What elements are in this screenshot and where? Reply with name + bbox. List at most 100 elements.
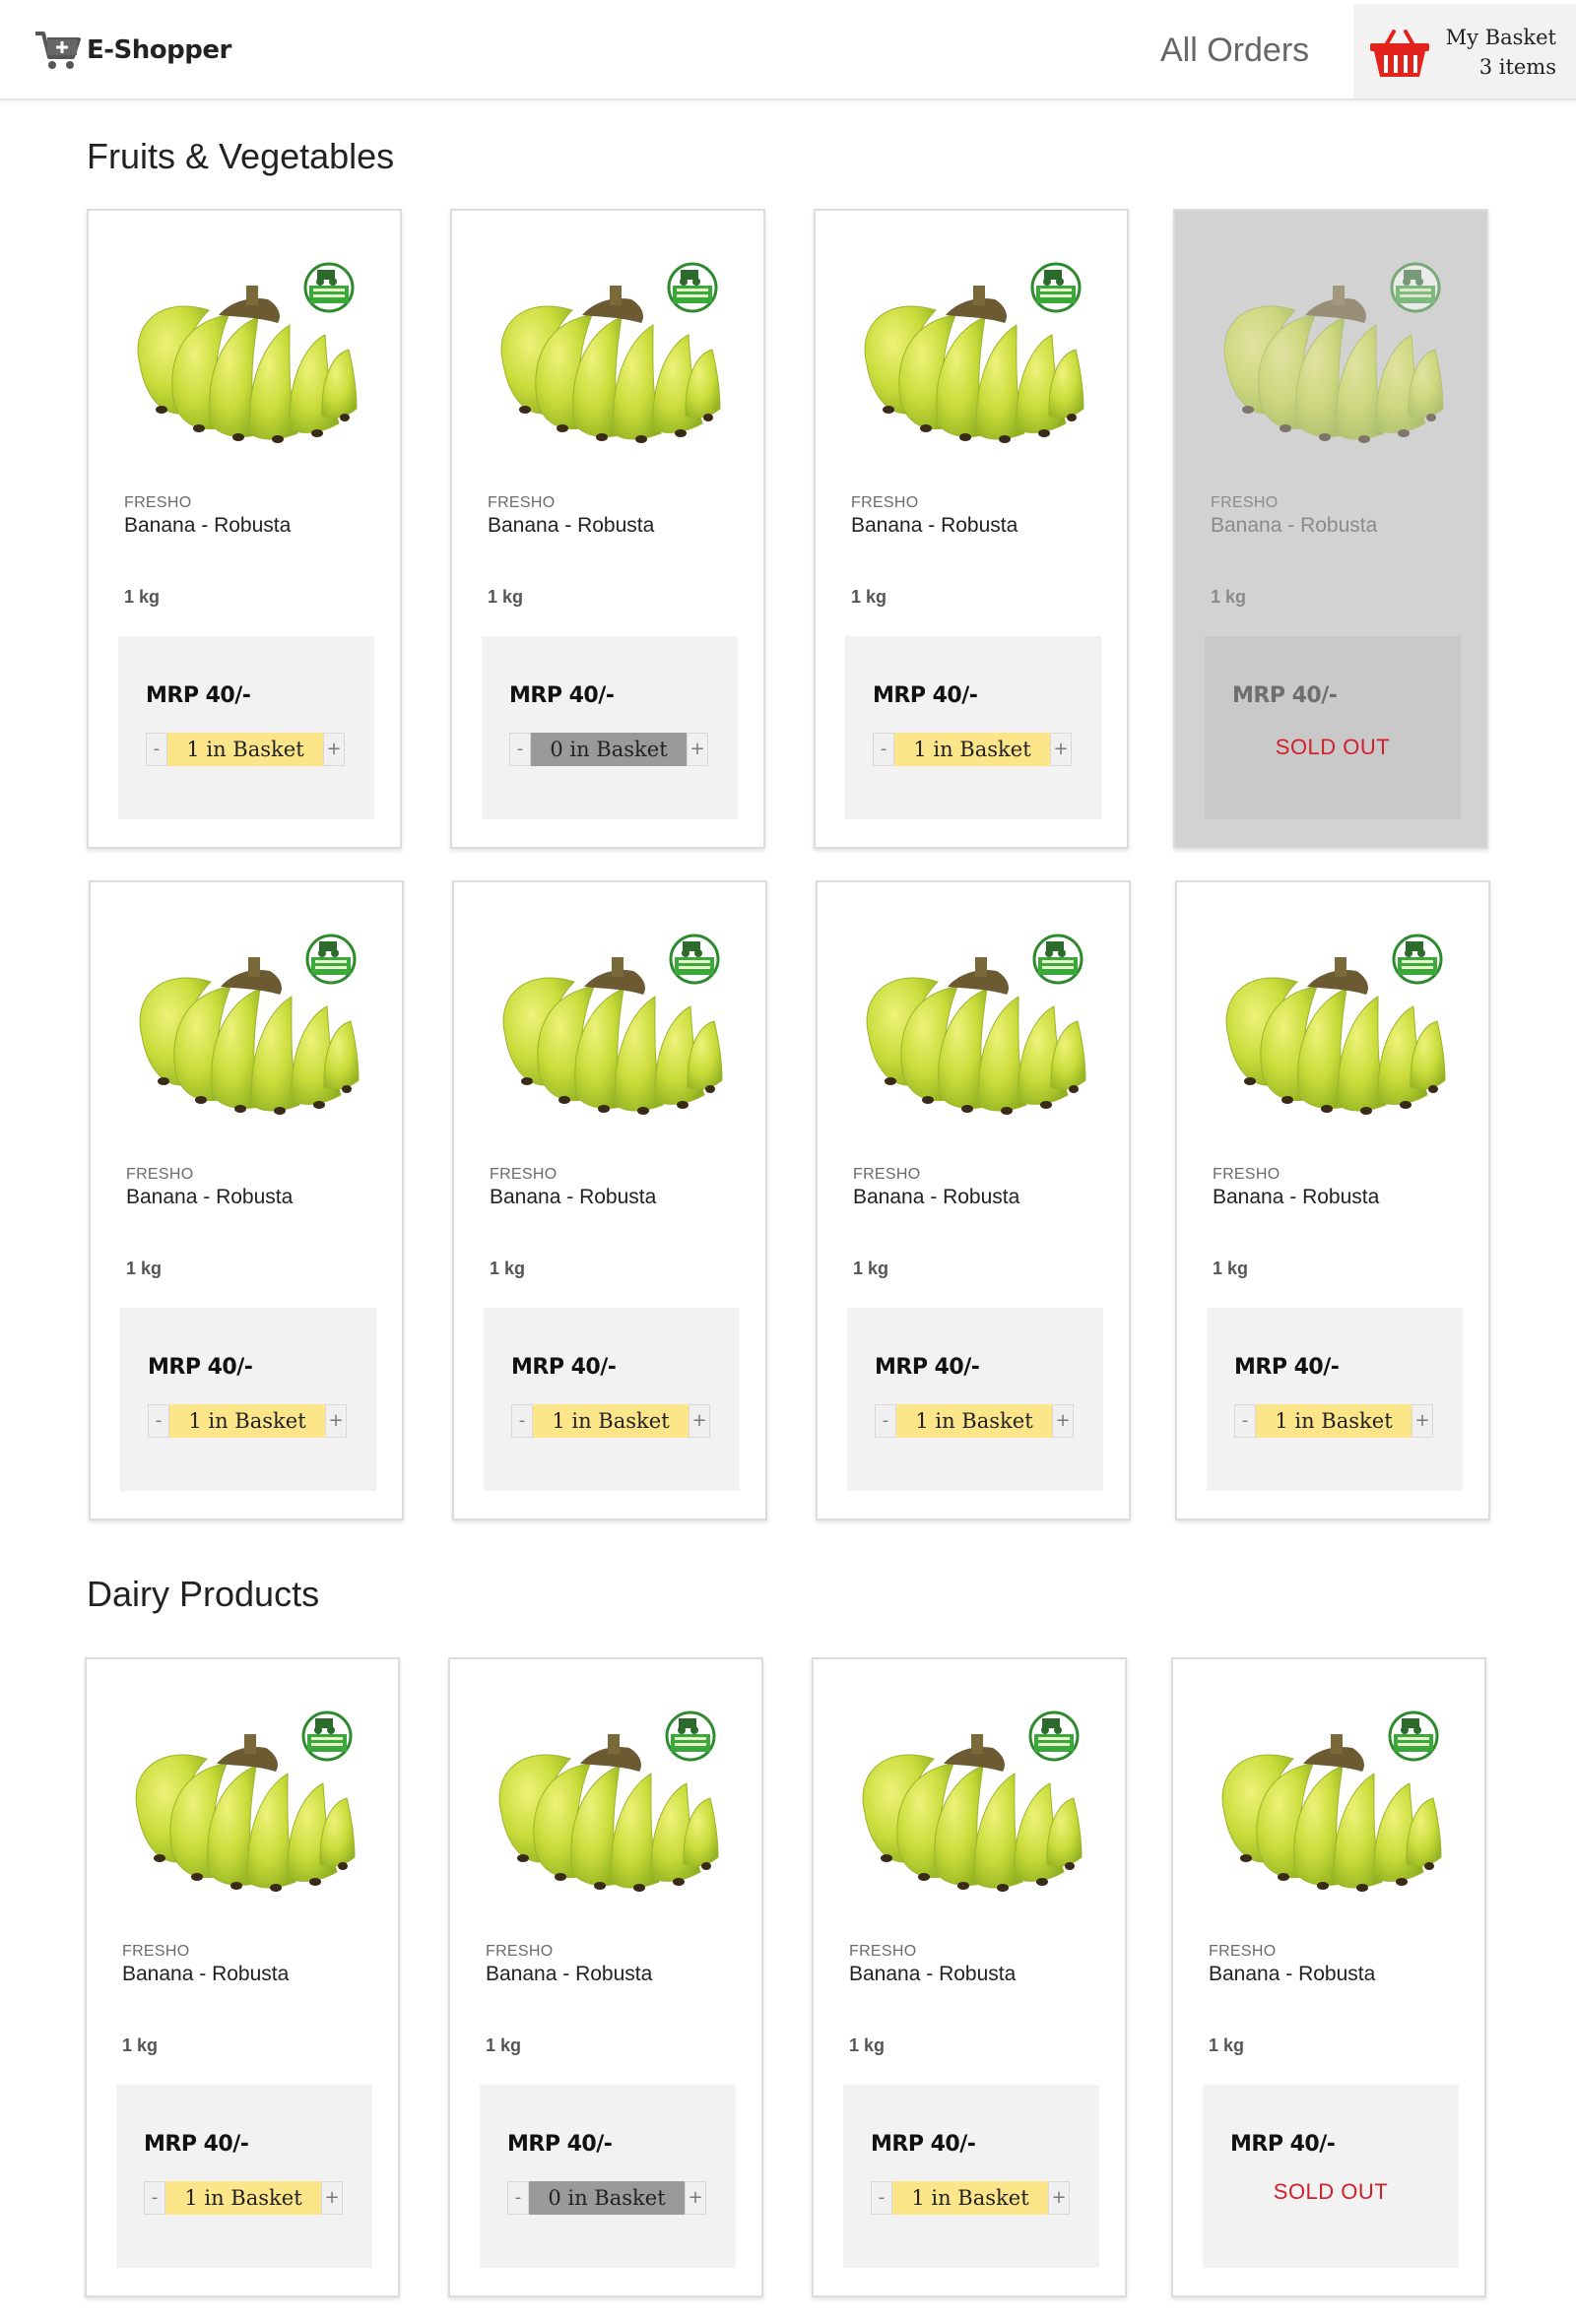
product-card[interactable]: FRESHO Banana - Robusta 1 kg MRP 40/- - …	[812, 1657, 1127, 2297]
basket-count: 3 items	[1478, 55, 1556, 79]
quantity-stepper: - 1 in Basket +	[148, 1404, 347, 1438]
my-basket-button[interactable]: My Basket 3 items	[1353, 4, 1576, 98]
product-brand: FRESHO	[126, 1166, 194, 1183]
decrement-button[interactable]: -	[146, 733, 167, 766]
product-image[interactable]	[1205, 1705, 1447, 1902]
quantity-stepper: - 1 in Basket +	[511, 1404, 710, 1438]
price-box: MRP 40/- - 0 in Basket +	[480, 2085, 736, 2268]
basket-quantity: 1 in Basket	[1256, 1404, 1412, 1438]
product-name[interactable]: Banana - Robusta	[853, 1186, 1019, 1209]
quantity-stepper: - 1 in Basket +	[146, 733, 345, 766]
product-size: 1 kg	[486, 2035, 522, 2055]
decrement-button[interactable]: -	[144, 2181, 165, 2215]
product-card[interactable]: FRESHO Banana - Robusta 1 kg MRP 40/- - …	[814, 209, 1129, 849]
increment-button[interactable]: +	[1412, 1404, 1433, 1438]
product-card[interactable]: FRESHO Banana - Robusta 1 kg MRP 40/- - …	[85, 1657, 400, 2297]
product-image[interactable]	[845, 1705, 1087, 1902]
product-name[interactable]: Banana - Robusta	[849, 1963, 1016, 1986]
quantity-stepper: - 1 in Basket +	[875, 1404, 1074, 1438]
product-card[interactable]: FRESHO Banana - Robusta 1 kg MRP 40/- - …	[1175, 880, 1490, 1520]
decrement-button[interactable]: -	[511, 1404, 533, 1438]
product-image[interactable]	[1209, 928, 1451, 1125]
quantity-stepper: - 0 in Basket +	[507, 2181, 706, 2215]
increment-button[interactable]: +	[689, 1404, 710, 1438]
product-card[interactable]: FRESHO Banana - Robusta 1 kg MRP 40/- - …	[448, 1657, 763, 2297]
product-card-sold-out[interactable]: FRESHO Banana - Robusta 1 kg MRP 40/- SO…	[1173, 209, 1488, 849]
product-image[interactable]	[120, 256, 362, 453]
product-image[interactable]	[847, 256, 1089, 453]
price-box: MRP 40/- - 1 in Basket +	[1207, 1308, 1463, 1491]
price-box: MRP 40/- SOLD OUT	[1203, 2085, 1459, 2268]
product-image[interactable]	[122, 928, 364, 1125]
quantity-stepper: - 0 in Basket +	[509, 733, 708, 766]
price-box: MRP 40/- - 1 in Basket +	[118, 636, 374, 819]
product-name[interactable]: Banana - Robusta	[488, 514, 654, 538]
product-name[interactable]: Banana - Robusta	[126, 1186, 293, 1209]
product-name[interactable]: Banana - Robusta	[490, 1186, 656, 1209]
all-orders-link[interactable]: All Orders	[1160, 32, 1309, 70]
increment-button[interactable]: +	[325, 1404, 347, 1438]
product-size: 1 kg	[1213, 1259, 1249, 1278]
increment-button[interactable]: +	[1052, 1404, 1074, 1438]
basket-quantity: 1 in Basket	[533, 1404, 689, 1438]
product-size: 1 kg	[1211, 587, 1247, 607]
product-price: MRP 40/-	[507, 2132, 613, 2157]
product-card[interactable]: FRESHO Banana - Robusta 1 kg MRP 40/- - …	[89, 880, 404, 1520]
product-size: 1 kg	[849, 2035, 886, 2055]
product-card[interactable]: FRESHO Banana - Robusta 1 kg MRP 40/- - …	[452, 880, 767, 1520]
section-title-fruits: Fruits & Vegetables	[87, 136, 395, 176]
decrement-button[interactable]: -	[875, 1404, 896, 1438]
decrement-button[interactable]: -	[1234, 1404, 1256, 1438]
brand[interactable]: E-Shopper	[33, 28, 231, 73]
basket-quantity: 1 in Basket	[896, 1404, 1052, 1438]
product-image[interactable]	[1207, 256, 1449, 453]
decrement-button[interactable]: -	[507, 2181, 529, 2215]
product-price: MRP 40/-	[1230, 2132, 1336, 2157]
basket-quantity: 1 in Basket	[169, 1404, 325, 1438]
product-image[interactable]	[486, 928, 728, 1125]
product-brand: FRESHO	[849, 1943, 917, 1960]
price-box: MRP 40/- - 1 in Basket +	[843, 2085, 1099, 2268]
product-name[interactable]: Banana - Robusta	[486, 1963, 652, 1986]
product-name[interactable]: Banana - Robusta	[851, 514, 1018, 538]
product-card[interactable]: FRESHO Banana - Robusta 1 kg MRP 40/- - …	[450, 209, 765, 849]
decrement-button[interactable]: -	[873, 733, 894, 766]
price-box: MRP 40/- - 1 in Basket +	[116, 2085, 372, 2268]
basket-quantity: 1 in Basket	[165, 2181, 321, 2215]
product-size: 1 kg	[1209, 2035, 1245, 2055]
section-title-dairy: Dairy Products	[87, 1574, 320, 1614]
product-image[interactable]	[118, 1705, 361, 1902]
product-brand: FRESHO	[1213, 1166, 1280, 1183]
quantity-stepper: - 1 in Basket +	[1234, 1404, 1433, 1438]
product-size: 1 kg	[851, 587, 887, 607]
product-image[interactable]	[849, 928, 1091, 1125]
brand-name: E-Shopper	[87, 35, 231, 65]
quantity-stepper: - 1 in Basket +	[873, 733, 1072, 766]
product-image[interactable]	[484, 256, 726, 453]
decrement-button[interactable]: -	[148, 1404, 169, 1438]
product-name[interactable]: Banana - Robusta	[1213, 1186, 1379, 1209]
product-name[interactable]: Banana - Robusta	[122, 1963, 289, 1986]
product-price: MRP 40/-	[144, 2132, 249, 2157]
price-box: MRP 40/- SOLD OUT	[1205, 636, 1461, 819]
decrement-button[interactable]: -	[871, 2181, 892, 2215]
product-name[interactable]: Banana - Robusta	[124, 514, 291, 538]
increment-button[interactable]: +	[323, 733, 345, 766]
basket-quantity: 0 in Basket	[529, 2181, 685, 2215]
product-card[interactable]: FRESHO Banana - Robusta 1 kg MRP 40/- - …	[816, 880, 1131, 1520]
product-name[interactable]: Banana - Robusta	[1211, 514, 1377, 538]
decrement-button[interactable]: -	[509, 733, 531, 766]
product-card-sold-out[interactable]: FRESHO Banana - Robusta 1 kg MRP 40/- SO…	[1171, 1657, 1486, 2297]
increment-button[interactable]: +	[687, 733, 708, 766]
increment-button[interactable]: +	[1048, 2181, 1070, 2215]
product-size: 1 kg	[488, 587, 524, 607]
increment-button[interactable]: +	[1050, 733, 1072, 766]
increment-button[interactable]: +	[685, 2181, 706, 2215]
increment-button[interactable]: +	[321, 2181, 343, 2215]
product-size: 1 kg	[124, 587, 161, 607]
price-box: MRP 40/- - 1 in Basket +	[847, 1308, 1103, 1491]
product-card[interactable]: FRESHO Banana - Robusta 1 kg MRP 40/- - …	[87, 209, 402, 849]
product-image[interactable]	[482, 1705, 724, 1902]
product-price: MRP 40/-	[511, 1355, 617, 1380]
product-name[interactable]: Banana - Robusta	[1209, 1963, 1375, 1986]
